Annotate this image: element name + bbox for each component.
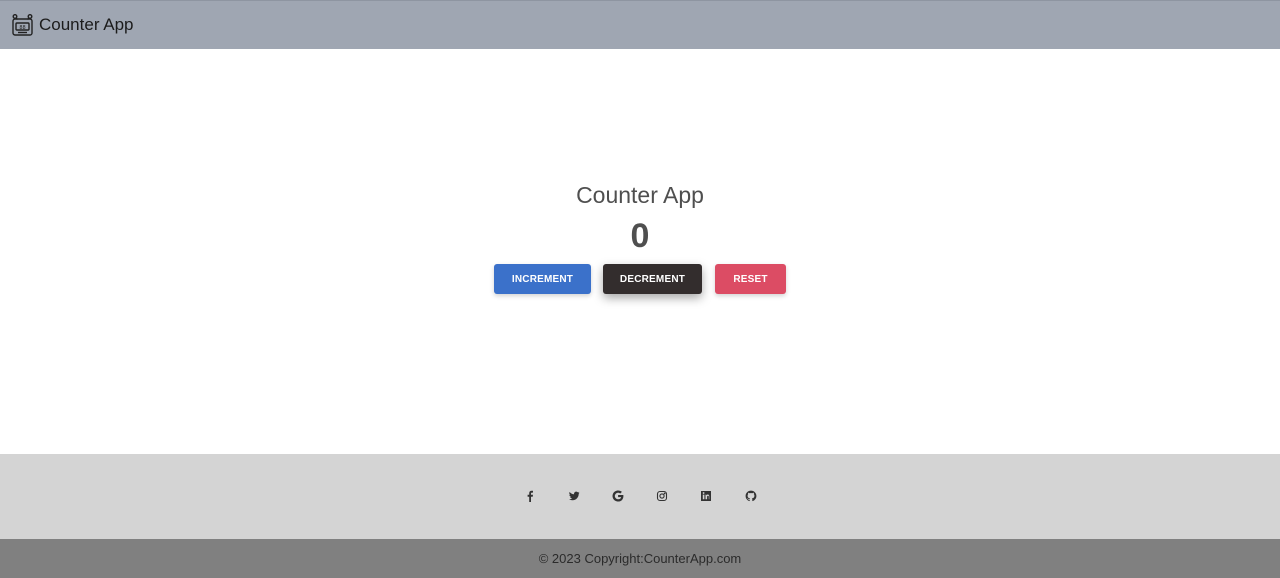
google-icon[interactable] bbox=[610, 488, 626, 504]
copyright-text: © 2023 Copyright:CounterApp.com bbox=[538, 551, 742, 566]
instagram-icon[interactable] bbox=[654, 488, 670, 504]
decrement-button[interactable]: DECREMENT bbox=[603, 264, 702, 294]
brand-link[interactable]: 88 Counter App bbox=[10, 13, 134, 38]
svg-text:88: 88 bbox=[19, 24, 25, 30]
counter-value: 0 bbox=[630, 217, 650, 255]
reset-button[interactable]: RESET bbox=[715, 264, 786, 294]
increment-button[interactable]: INCREMENT bbox=[494, 264, 591, 294]
github-icon[interactable] bbox=[743, 488, 759, 504]
counter-device-icon: 88 bbox=[10, 13, 35, 38]
main-content: Counter App 0 INCREMENT DECREMENT RESET bbox=[0, 49, 1280, 454]
facebook-icon[interactable] bbox=[522, 488, 538, 504]
social-links bbox=[0, 454, 1280, 539]
brand-text: Counter App bbox=[39, 15, 134, 34]
page-title: Counter App bbox=[576, 182, 704, 208]
twitter-icon[interactable] bbox=[566, 488, 582, 504]
footer-copyright: © 2023 Copyright:CounterApp.com bbox=[0, 539, 1280, 578]
navbar: 88 Counter App bbox=[0, 0, 1280, 49]
linkedin-icon[interactable] bbox=[698, 488, 714, 504]
